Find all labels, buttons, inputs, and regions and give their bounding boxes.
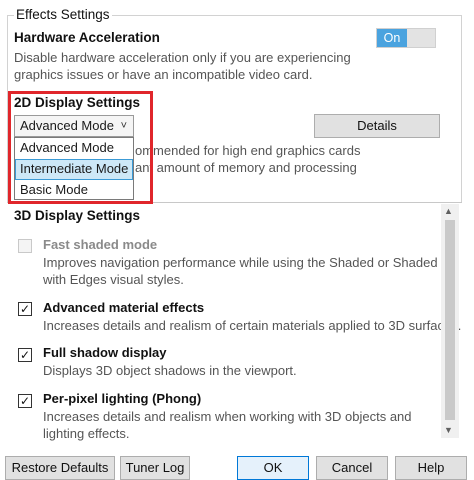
toggle-on-label: On — [377, 29, 407, 47]
check-icon: ✓ — [19, 348, 31, 362]
scroll-thumb[interactable] — [445, 220, 455, 420]
per-pixel-lighting-checkbox[interactable]: ✓ — [18, 394, 32, 408]
hardware-acceleration-title: Hardware Acceleration — [14, 30, 160, 45]
full-shadow-display-checkbox[interactable]: ✓ — [18, 348, 32, 362]
effects-settings-legend: Effects Settings — [14, 7, 112, 22]
cancel-button[interactable]: Cancel — [316, 456, 388, 480]
display-2d-desc-line2: ant amount of memory and processing — [135, 160, 357, 175]
advanced-material-effects-checkbox[interactable]: ✓ — [18, 302, 32, 316]
display-3d-title: 3D Display Settings — [14, 208, 141, 223]
hardware-acceleration-desc-line1: Disable hardware acceleration only if yo… — [14, 50, 351, 65]
check-icon: ✓ — [19, 394, 31, 408]
advanced-material-effects-desc: Increases details and realism of certain… — [43, 318, 462, 333]
fast-shaded-mode-title: Fast shaded mode — [43, 237, 158, 252]
per-pixel-lighting-title: Per-pixel lighting (Phong) — [43, 391, 202, 406]
hardware-acceleration-desc-line2: graphics issues or have an incompatible … — [14, 67, 313, 82]
full-shadow-display-desc: Displays 3D object shadows in the viewpo… — [43, 363, 297, 378]
scroll-up-icon[interactable]: ▲ — [444, 206, 453, 216]
advanced-material-effects-title: Advanced material effects — [43, 300, 205, 315]
fast-shaded-mode-checkbox[interactable] — [18, 239, 32, 253]
display-3d-scrollbar[interactable]: ▲ ▼ — [441, 204, 459, 438]
ok-button[interactable]: OK — [237, 456, 309, 480]
fast-shaded-mode-desc-line1: Improves navigation performance while us… — [43, 255, 438, 270]
check-icon: ✓ — [19, 302, 31, 316]
help-button[interactable]: Help — [395, 456, 467, 480]
hardware-acceleration-toggle[interactable]: On — [376, 28, 436, 48]
scroll-down-icon[interactable]: ▼ — [444, 425, 453, 435]
tuner-log-button[interactable]: Tuner Log — [120, 456, 190, 480]
highlight-annotation — [8, 91, 153, 204]
full-shadow-display-title: Full shadow display — [43, 345, 167, 360]
fast-shaded-mode-desc-line2: with Edges visual styles. — [43, 272, 184, 287]
per-pixel-lighting-desc-line2: lighting effects. — [43, 426, 130, 441]
display-2d-desc-line1: ommended for high end graphics cards — [135, 143, 361, 158]
details-button[interactable]: Details — [314, 114, 440, 138]
per-pixel-lighting-desc-line1: Increases details and realism when worki… — [43, 409, 412, 424]
restore-defaults-button[interactable]: Restore Defaults — [5, 456, 115, 480]
